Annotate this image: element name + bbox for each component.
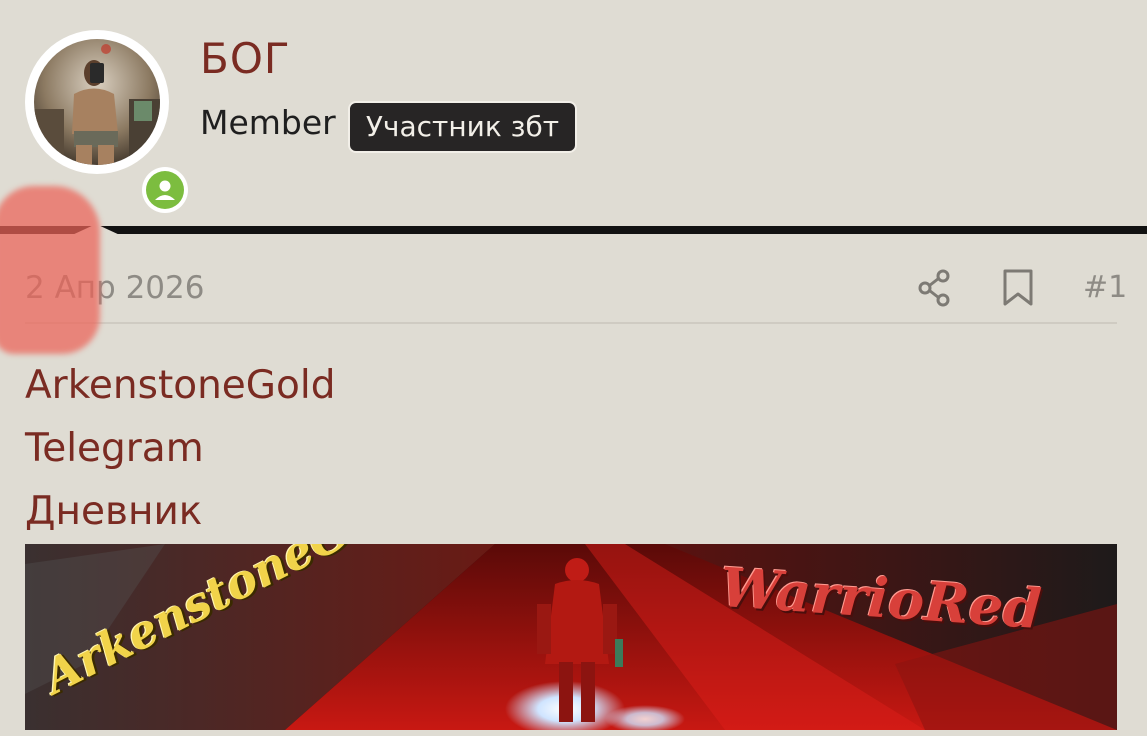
user-online-icon	[146, 171, 184, 209]
user-banner-badge: Участник збт	[348, 101, 577, 153]
username[interactable]: БОГ	[200, 38, 291, 80]
post-header-rule	[25, 322, 1117, 324]
avatar-frame[interactable]	[25, 30, 188, 213]
avatar-photo-icon	[34, 39, 160, 165]
online-status-badge	[142, 167, 188, 213]
signature-banner-image[interactable]: ArkenstoneGold WarrioRed	[25, 544, 1117, 730]
highlight-overlay	[0, 186, 100, 354]
avatar[interactable]	[34, 39, 160, 165]
bookmark-icon	[1003, 269, 1033, 306]
forum-post-page: БОГ Member Участник збт 2 Апр 2026 #1 Ar…	[0, 0, 1147, 736]
user-title: Member	[200, 103, 336, 142]
signature-link-arkenstonegold[interactable]: ArkenstoneGold	[25, 366, 335, 405]
signature-link-telegram[interactable]: Telegram	[25, 429, 204, 468]
share-button[interactable]	[914, 267, 954, 309]
signature-link-diary[interactable]: Дневник	[25, 492, 202, 531]
message-divider	[0, 226, 1147, 234]
share-icon	[918, 269, 950, 307]
post-number-link[interactable]: #1	[1083, 273, 1127, 303]
bookmark-button[interactable]	[998, 267, 1038, 309]
